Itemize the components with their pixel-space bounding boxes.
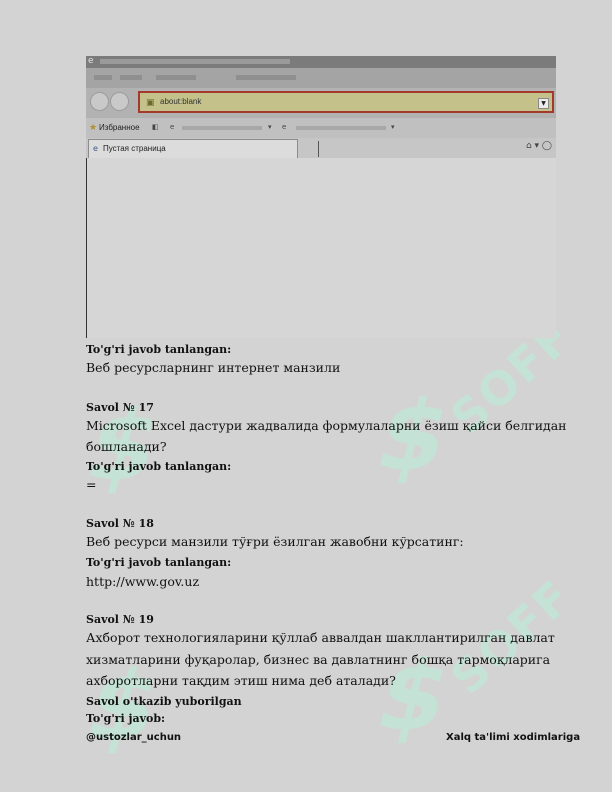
q19-answer-label: To'g'ri javob: xyxy=(86,712,166,725)
ie-page-icon: e xyxy=(93,144,98,153)
favorites-star-icon: ★ xyxy=(89,123,98,133)
browser-title-bar: e xyxy=(86,56,556,68)
q17-answer: = xyxy=(86,477,97,492)
footer-right: Xalq ta'limi xodimlariga xyxy=(446,732,581,743)
q16-answer-label: To'g'ri javob tanlangan: xyxy=(86,343,232,356)
browser-screenshot: e ▣ about:blank ▼ ★ Избранное ◧ e ▾ e ▾ … xyxy=(86,56,556,338)
q19-question-line-3: ахборотларни тақдим этиш нима деб аталад… xyxy=(86,673,396,688)
ie-logo-icon: e xyxy=(88,56,94,66)
q18-title: Savol № 18 xyxy=(86,517,154,530)
q17-question-line-2: бошланади? xyxy=(86,439,167,454)
chevron-down-icon[interactable]: ▾ xyxy=(268,123,272,131)
menu-item-blurred xyxy=(236,75,296,80)
tab-blank-page[interactable]: e Пустая страница xyxy=(88,139,298,158)
menu-item-blurred xyxy=(156,75,196,80)
q17-title: Savol № 17 xyxy=(86,401,154,414)
q19-status: Savol o'tkazib yuborilgan xyxy=(86,695,242,708)
chevron-down-icon[interactable]: ▾ xyxy=(391,123,395,131)
q18-question: Веб ресурси манзили тўғри ёзилган жавобн… xyxy=(86,534,464,549)
back-button[interactable] xyxy=(90,92,109,111)
q19-title: Savol № 19 xyxy=(86,613,154,626)
footer-left: @ustozlar_uchun xyxy=(86,732,182,743)
favorites-bar: ★ Избранное ◧ e ▾ e ▾ xyxy=(86,118,556,138)
page-icon: ▣ xyxy=(146,98,155,108)
new-tab-divider xyxy=(318,141,319,157)
address-dropdown-button[interactable]: ▼ xyxy=(538,98,549,109)
q17-answer-label: To'g'ri javob tanlangan: xyxy=(86,460,232,473)
tab-title: Пустая страница xyxy=(103,144,166,153)
web-slice-icon[interactable]: e xyxy=(282,123,286,131)
favorites-link-blurred[interactable] xyxy=(182,126,262,130)
tab-bar: e Пустая страница ⌂ ▾ ◯ xyxy=(86,138,556,158)
address-text: about:blank xyxy=(160,97,202,106)
favorites-label[interactable]: Избранное xyxy=(99,123,140,132)
favorites-add-icon[interactable]: ◧ xyxy=(152,123,159,131)
suggested-sites-icon[interactable]: e xyxy=(170,123,174,131)
browser-viewport xyxy=(86,158,556,338)
q19-question-line-1: Ахборот технологияларини қўллаб аввалдан… xyxy=(86,630,555,645)
browser-title-blurred xyxy=(100,59,290,64)
q17-question-line-1: Microsoft Excel дастури жадвалида формул… xyxy=(86,418,567,433)
browser-menu-bar xyxy=(86,68,556,88)
q18-answer: http://www.gov.uz xyxy=(86,574,200,589)
home-tools-icon[interactable]: ⌂ ▾ ◯ xyxy=(526,141,552,151)
favorites-link-blurred[interactable] xyxy=(296,126,386,130)
menu-item-blurred xyxy=(120,75,142,80)
q18-answer-label: To'g'ri javob tanlangan: xyxy=(86,556,232,569)
watermark-logo-4: $ xyxy=(366,380,461,492)
q16-answer: Веб ресурсларнинг интернет манзили xyxy=(86,360,341,375)
address-bar[interactable]: ▣ about:blank ▼ xyxy=(138,91,554,113)
forward-button[interactable] xyxy=(110,92,129,111)
browser-nav-bar: ▣ about:blank ▼ xyxy=(86,88,556,118)
menu-item-blurred xyxy=(94,75,112,80)
q19-question-line-2: хизматларини фуқаролар, бизнес ва давлат… xyxy=(86,652,551,667)
